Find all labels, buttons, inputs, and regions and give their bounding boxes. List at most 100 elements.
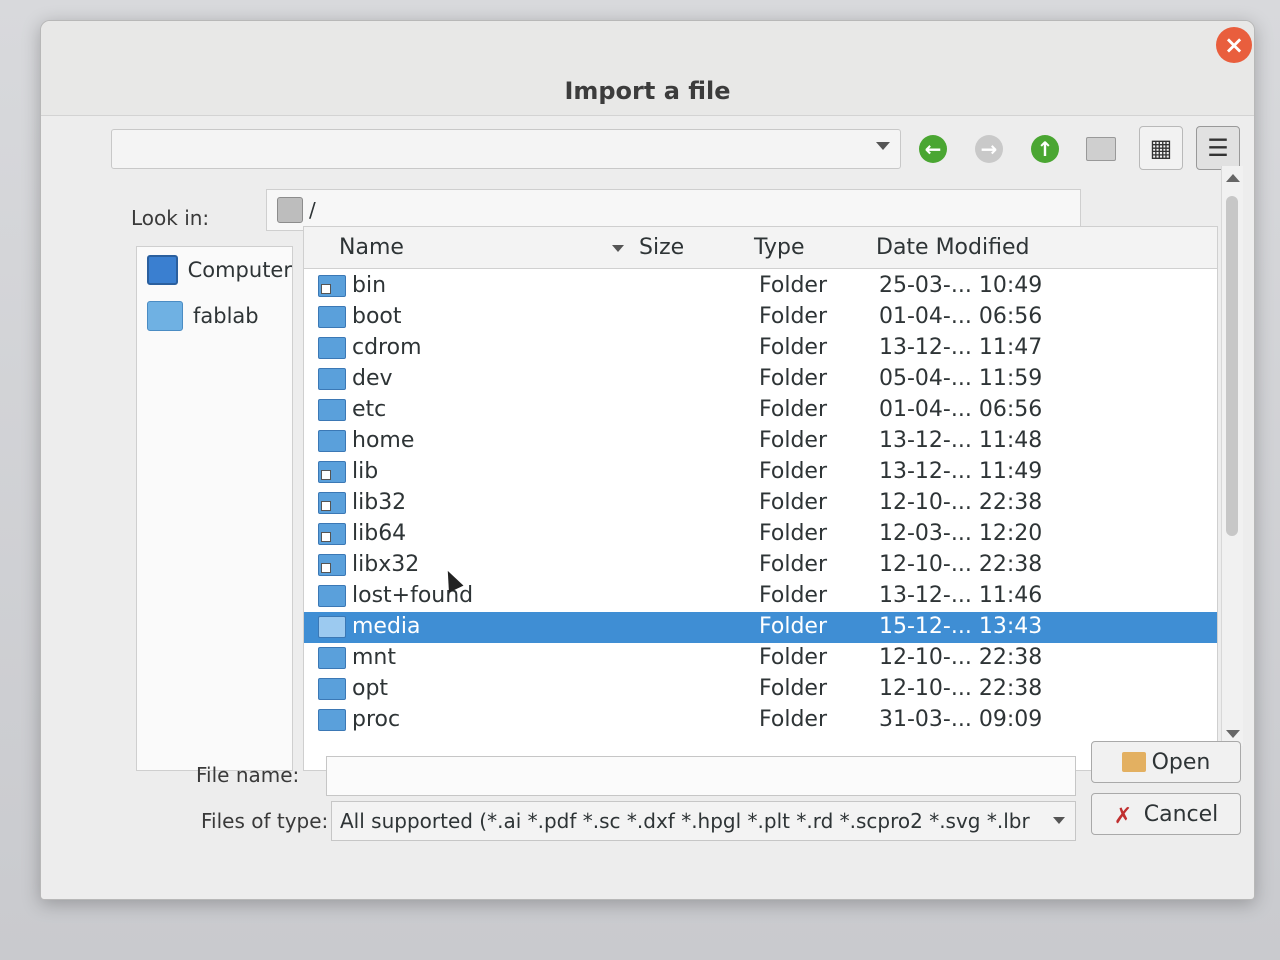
- back-button[interactable]: ←: [913, 129, 953, 169]
- folder-icon: [318, 492, 346, 514]
- sidebar-item-computer[interactable]: Computer: [137, 247, 292, 293]
- file-name-cell: dev: [352, 366, 393, 391]
- sidebar-item-fablab[interactable]: fablab: [137, 293, 292, 339]
- file-type-cell: Folder: [759, 614, 827, 639]
- sidebar-item-label: fablab: [193, 304, 259, 328]
- folder-icon: [318, 678, 346, 700]
- column-header-date[interactable]: Date Modified: [876, 235, 1029, 260]
- column-header-name[interactable]: Name: [339, 235, 404, 260]
- file-date-cell: 12-03-... 12:20: [879, 521, 1043, 546]
- file-name-cell: lib: [352, 459, 379, 484]
- table-row[interactable]: opt Folder 12-10-... 22:38: [304, 674, 1217, 705]
- table-row[interactable]: lib32 Folder 12-10-... 22:38: [304, 488, 1217, 519]
- folder-icon: [318, 709, 346, 731]
- new-folder-icon: [1086, 137, 1116, 161]
- open-folder-icon: [1121, 752, 1146, 772]
- folder-icon: [318, 647, 346, 669]
- open-button[interactable]: Open: [1091, 741, 1241, 783]
- vertical-scrollbar[interactable]: [1221, 166, 1243, 746]
- sidebar-item-label: Computer: [187, 258, 292, 282]
- file-name-cell: mnt: [352, 645, 396, 670]
- file-rows: bin Folder 25-03-... 10:49 boot Folder 01-04-…: [304, 271, 1217, 736]
- table-row[interactable]: lost+found Folder 13-12-... 11:46: [304, 581, 1217, 612]
- file-name-cell: bin: [352, 273, 387, 298]
- new-folder-button[interactable]: [1081, 129, 1121, 169]
- file-type-cell: Folder: [759, 273, 827, 298]
- file-type-cell: Folder: [759, 583, 827, 608]
- back-arrow-icon: ←: [919, 135, 947, 163]
- folder-icon: [318, 399, 346, 421]
- table-row[interactable]: proc Folder 31-03-... 09:09: [304, 705, 1217, 736]
- file-name-cell: lib64: [352, 521, 407, 546]
- file-name-cell: boot: [352, 304, 402, 329]
- forward-button[interactable]: →: [969, 129, 1009, 169]
- icon-view-button[interactable]: ▦: [1139, 126, 1183, 170]
- up-arrow-icon: ↑: [1031, 135, 1059, 163]
- drive-icon: [277, 197, 303, 223]
- file-name-cell: media: [352, 614, 421, 639]
- file-type-cell: Folder: [759, 335, 827, 360]
- folder-icon: [318, 306, 346, 328]
- file-name-cell: etc: [352, 397, 387, 422]
- table-row[interactable]: boot Folder 01-04-... 06:56: [304, 302, 1217, 333]
- file-name-cell: libx32: [352, 552, 420, 577]
- table-row[interactable]: lib64 Folder 12-03-... 12:20: [304, 519, 1217, 550]
- folder-icon: [318, 368, 346, 390]
- file-date-cell: 01-04-... 06:56: [879, 397, 1043, 422]
- column-header-size[interactable]: Size: [639, 235, 684, 260]
- file-name-label: File name:: [196, 763, 300, 787]
- forward-arrow-icon: →: [975, 135, 1003, 163]
- path-history-combo[interactable]: [111, 129, 901, 169]
- file-type-cell: Folder: [759, 521, 827, 546]
- list-view-button[interactable]: ☰: [1196, 126, 1240, 170]
- scroll-up-icon[interactable]: [1226, 174, 1240, 182]
- file-date-cell: 12-10-... 22:38: [879, 552, 1043, 577]
- file-name-cell: home: [352, 428, 415, 453]
- file-name-cell: lib32: [352, 490, 407, 515]
- table-row[interactable]: media Folder 15-12-... 13:43: [304, 612, 1217, 643]
- folder-icon: [318, 337, 346, 359]
- file-name-field[interactable]: [326, 756, 1076, 796]
- close-icon[interactable]: ×: [1216, 27, 1252, 63]
- cancel-button[interactable]: ✗ Cancel: [1091, 793, 1241, 835]
- file-type-cell: Folder: [759, 552, 827, 577]
- file-list-header: Name Size Type Date Modified: [304, 227, 1217, 269]
- file-type-cell: Folder: [759, 707, 827, 732]
- file-type-cell: Folder: [759, 645, 827, 670]
- file-date-cell: 01-04-... 06:56: [879, 304, 1043, 329]
- file-type-cell: Folder: [759, 304, 827, 329]
- up-button[interactable]: ↑: [1025, 129, 1065, 169]
- table-row[interactable]: etc Folder 01-04-... 06:56: [304, 395, 1217, 426]
- scroll-thumb[interactable]: [1226, 196, 1238, 536]
- dialog-title: Import a file: [564, 77, 731, 105]
- files-of-type-value: All supported (*.ai *.pdf *.sc *.dxf *.h…: [340, 809, 1030, 833]
- look-in-label: Look in:: [131, 206, 210, 230]
- import-file-dialog: Import a file × ← → ↑ ▦ ☰ Look in: / Com…: [40, 20, 1255, 900]
- table-row[interactable]: mnt Folder 12-10-... 22:38: [304, 643, 1217, 674]
- folder-icon: [318, 430, 346, 452]
- file-type-cell: Folder: [759, 366, 827, 391]
- table-row[interactable]: home Folder 13-12-... 11:48: [304, 426, 1217, 457]
- file-list[interactable]: Name Size Type Date Modified bin Folder 25…: [303, 226, 1218, 771]
- file-type-cell: Folder: [759, 397, 827, 422]
- file-name-cell: proc: [352, 707, 401, 732]
- table-row[interactable]: bin Folder 25-03-... 10:49: [304, 271, 1217, 302]
- table-row[interactable]: lib Folder 13-12-... 11:49: [304, 457, 1217, 488]
- table-row[interactable]: cdrom Folder 13-12-... 11:47: [304, 333, 1217, 364]
- sort-desc-icon: [612, 245, 624, 252]
- files-of-type-select[interactable]: All supported (*.ai *.pdf *.sc *.dxf *.h…: [331, 801, 1076, 841]
- look-in-path: /: [309, 198, 316, 222]
- file-name-cell: opt: [352, 676, 389, 701]
- table-row[interactable]: dev Folder 05-04-... 11:59: [304, 364, 1217, 395]
- icon-view-icon: ▦: [1149, 134, 1173, 162]
- look-in-field[interactable]: /: [266, 189, 1081, 231]
- computer-icon: [147, 255, 178, 285]
- column-header-type[interactable]: Type: [754, 235, 805, 260]
- file-date-cell: 25-03-... 10:49: [879, 273, 1043, 298]
- file-date-cell: 12-10-... 22:38: [879, 676, 1043, 701]
- open-button-label: Open: [1151, 749, 1211, 775]
- file-type-cell: Folder: [759, 459, 827, 484]
- files-of-type-label: Files of type:: [201, 809, 329, 833]
- folder-icon: [318, 275, 346, 297]
- scroll-down-icon[interactable]: [1226, 730, 1240, 738]
